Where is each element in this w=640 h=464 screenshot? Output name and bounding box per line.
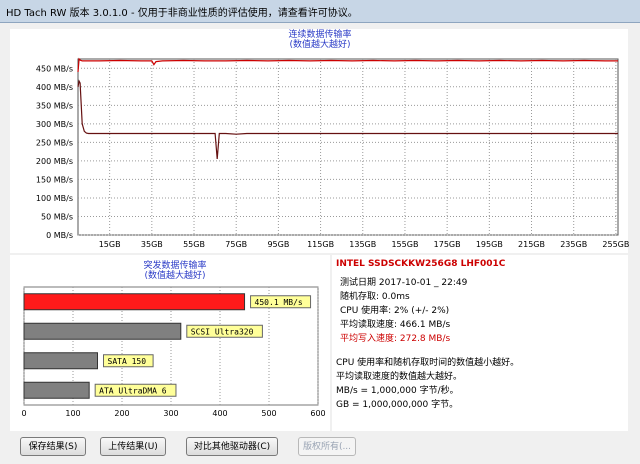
x-tick-label: 15GB xyxy=(99,240,121,249)
x-tick-label: 255GB xyxy=(602,240,629,249)
upload-results-button[interactable]: 上传结果(U) xyxy=(100,437,166,456)
cpu-usage: CPU 使用率: 2% (+/- 2%) xyxy=(340,306,450,316)
y-tick-label: 450 MB/s xyxy=(36,64,73,73)
note-gb: GB = 1,000,000,000 字节。 xyxy=(336,400,459,410)
svg-text:ATA UltraDMA 6: ATA UltraDMA 6 xyxy=(99,386,167,395)
y-tick-label: 150 MB/s xyxy=(36,175,73,184)
x-tick-label: 135GB xyxy=(349,240,376,249)
burst-bar xyxy=(23,322,182,340)
burst-x-tick-label: 200 xyxy=(114,409,129,418)
random-access: 随机存取: 0.0ms xyxy=(340,292,410,302)
x-tick-label: 175GB xyxy=(434,240,461,249)
burst-bar-label: ATA UltraDMA 6 xyxy=(94,383,177,397)
burst-bar xyxy=(23,381,90,399)
burst-x-tick-label: 300 xyxy=(163,409,178,418)
y-tick-label: 0 MB/s xyxy=(46,231,73,240)
y-tick-label: 200 MB/s xyxy=(36,157,73,166)
burst-x-tick-label: 0 xyxy=(21,409,26,418)
test-date: 测试日期 2017-10-01 _ 22:49 xyxy=(340,278,468,288)
y-tick-label: 100 MB/s xyxy=(36,194,73,203)
burst-chart-panel: 突发数据传输率 (数值越大越好) 0 100 200 300 400 500 600 450.… xyxy=(10,255,330,431)
x-tick-label: 75GB xyxy=(225,240,247,249)
x-tick-label: 215GB xyxy=(518,240,545,249)
title-bar: HD Tach RW 版本 3.0.1.0 - 仅用于非商业性质的评估使用，请查… xyxy=(0,0,640,23)
y-tick-label: 350 MB/s xyxy=(36,101,73,110)
burst-bar-label: SCSI Ultra320 xyxy=(186,324,263,338)
burst-x-tick-label: 600 xyxy=(310,409,325,418)
burst-chart: 0 100 200 300 400 500 600 450.1 MB/s SCSI Ultra3… xyxy=(21,286,326,418)
results-panel: INTEL SSDSCKKW256G8 LHF001C 测试日期 2017-10… xyxy=(332,255,628,431)
y-tick-label: 400 MB/s xyxy=(36,83,73,92)
x-tick-label: 115GB xyxy=(307,240,334,249)
svg-text:450.1 MB/s: 450.1 MB/s xyxy=(255,298,303,307)
sequential-chart: 450 MB/s 400 MB/s 350 MB/s 300 MB/s 250 MB/s… xyxy=(36,57,629,249)
main-window: 连续数据传输率 (数值越大越好) 450 MB/s 400 MB/s 350 MB/… xyxy=(0,23,640,464)
avg-write-speed: 平均写入速度: 272.8 MB/s xyxy=(340,334,451,344)
burst-x-tick-label: 400 xyxy=(212,409,227,418)
x-tick-label: 195GB xyxy=(476,240,503,249)
sequential-chart-panel: 连续数据传输率 (数值越大越好) 450 MB/s 400 MB/s 350 MB/… xyxy=(10,29,629,253)
burst-x-tick-label: 500 xyxy=(261,409,276,418)
burst-bar-label: SATA 150 xyxy=(103,354,154,368)
note-cpu: CPU 使用率和随机存取时间的数值越小越好。 xyxy=(336,358,520,368)
burst-bar-label: 450.1 MB/s xyxy=(250,295,312,309)
y-tick-label: 300 MB/s xyxy=(36,120,73,129)
x-tick-label: 95GB xyxy=(267,240,289,249)
compare-drives-button[interactable]: 对比其他驱动器(C) xyxy=(186,437,278,456)
window-title: HD Tach RW 版本 3.0.1.0 - 仅用于非商业性质的评估使用，请查… xyxy=(6,8,358,19)
save-results-button[interactable]: 保存结果(S) xyxy=(20,437,86,456)
svg-text:SATA 150: SATA 150 xyxy=(108,357,147,366)
avg-read-speed: 平均读取速度: 466.1 MB/s xyxy=(340,320,451,330)
burst-bar xyxy=(23,352,98,370)
x-tick-label: 55GB xyxy=(183,240,205,249)
note-read: 平均读取速度的数值越大越好。 xyxy=(336,372,463,382)
x-tick-label: 155GB xyxy=(391,240,418,249)
plot-area xyxy=(77,58,619,236)
y-tick-label: 250 MB/s xyxy=(36,138,73,147)
svg-text:SCSI Ultra320: SCSI Ultra320 xyxy=(191,327,254,336)
x-tick-label: 235GB xyxy=(560,240,587,249)
x-tick-label: 35GB xyxy=(141,240,163,249)
drive-name: INTEL SSDSCKKW256G8 LHF001C xyxy=(336,259,506,269)
y-tick-label: 50 MB/s xyxy=(41,212,73,221)
burst-x-tick-label: 100 xyxy=(65,409,80,418)
note-mbs: MB/s = 1,000,000 字节/秒。 xyxy=(336,386,459,396)
copyright-button[interactable]: 版权所有(... xyxy=(298,437,356,456)
burst-bar xyxy=(23,293,246,311)
